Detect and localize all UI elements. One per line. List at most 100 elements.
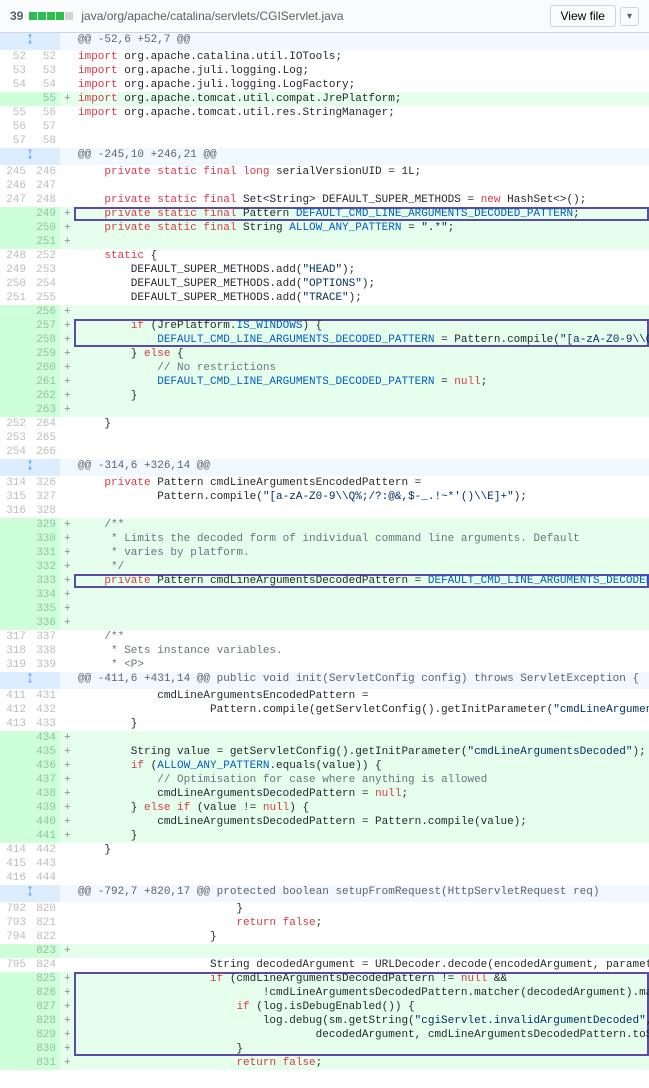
code-content: [74, 616, 649, 630]
diff-line: 5758: [0, 134, 649, 148]
old-line-number: [0, 207, 30, 221]
diff-line: 831+ return false;: [0, 1056, 649, 1070]
code-content: private static final Set<String> DEFAULT…: [74, 193, 649, 207]
diff-marker: +: [60, 403, 74, 417]
new-line-number: 437: [30, 773, 60, 787]
code-content: import org.apache.juli.logging.Log;: [74, 64, 649, 78]
code-content: * Sets instance variables.: [74, 644, 649, 658]
code-content: } else {: [74, 347, 649, 361]
code-content: return false;: [74, 1056, 649, 1070]
hunk-header: @@ -245,10 +246,21 @@: [0, 148, 649, 165]
diff-marker: +: [60, 1028, 74, 1042]
expand-icon[interactable]: [0, 459, 60, 476]
old-line-number: 416: [0, 871, 30, 885]
diff-line: 259+ } else {: [0, 347, 649, 361]
view-file-button[interactable]: View file: [550, 5, 616, 27]
diff-marker: +: [60, 986, 74, 1000]
diff-line: 253265: [0, 431, 649, 445]
diff-line: 250254 DEFAULT_SUPER_METHODS.add("OPTION…: [0, 277, 649, 291]
new-line-number: 58: [30, 134, 60, 148]
new-line-number: 251: [30, 235, 60, 249]
old-line-number: [0, 389, 30, 403]
file-path[interactable]: java/org/apache/catalina/servlets/CGISer…: [81, 9, 549, 23]
old-line-number: [0, 616, 30, 630]
code-content: [74, 403, 649, 417]
diff-line: 318338 * Sets instance variables.: [0, 644, 649, 658]
expand-icon[interactable]: [0, 885, 60, 902]
new-line-number: 52: [30, 50, 60, 64]
new-line-number: 825: [30, 972, 60, 986]
new-line-number: 821: [30, 916, 60, 930]
new-line-number: 442: [30, 843, 60, 857]
expand-icon[interactable]: [0, 33, 60, 50]
code-content: */: [74, 560, 649, 574]
diff-marker: [60, 134, 74, 148]
diff-line: 257+ if (JrePlatform.IS_WINDOWS) {: [0, 319, 649, 333]
old-line-number: [0, 801, 30, 815]
diff-marker: +: [60, 574, 74, 588]
new-line-number: 331: [30, 546, 60, 560]
expand-icon[interactable]: [0, 672, 60, 689]
new-line-number: 327: [30, 490, 60, 504]
expand-icon[interactable]: [0, 148, 60, 165]
new-line-number: 260: [30, 361, 60, 375]
old-line-number: [0, 347, 30, 361]
old-line-number: [0, 944, 30, 958]
new-line-number: 830: [30, 1042, 60, 1056]
old-line-number: [0, 602, 30, 616]
code-content: }: [74, 829, 649, 843]
new-line-number: 264: [30, 417, 60, 431]
new-line-number: 253: [30, 263, 60, 277]
diff-marker: [60, 916, 74, 930]
diff-marker: [60, 843, 74, 857]
code-content: * <P>: [74, 658, 649, 672]
file-menu-dropdown[interactable]: ▾: [620, 7, 639, 26]
diff-line: 261+ DEFAULT_CMD_LINE_ARGUMENTS_DECODED_…: [0, 375, 649, 389]
diff-line: 825+ if (cmdLineArgumentsDecodedPattern …: [0, 972, 649, 986]
diff-line: 412432 Pattern.compile(getServletConfig(…: [0, 703, 649, 717]
diff-line: 792820 }: [0, 902, 649, 916]
old-line-number: [0, 787, 30, 801]
diff-line: 435+ String value = getServletConfig().g…: [0, 745, 649, 759]
code-content: if (log.isDebugEnabled()) {: [74, 1000, 649, 1014]
diff-line: 434+: [0, 731, 649, 745]
old-line-number: 316: [0, 504, 30, 518]
diff-line: 438+ cmdLineArgumentsDecodedPattern = nu…: [0, 787, 649, 801]
old-line-number: [0, 375, 30, 389]
code-content: cmdLineArgumentsDecodedPattern = Pattern…: [74, 815, 649, 829]
old-line-number: 250: [0, 277, 30, 291]
diff-line: 256+: [0, 305, 649, 319]
new-line-number: 256: [30, 305, 60, 319]
diff-marker: +: [60, 588, 74, 602]
code-content: if (cmdLineArgumentsDecodedPattern != nu…: [74, 972, 649, 986]
diff-marker: [60, 930, 74, 944]
diff-marker: +: [60, 972, 74, 986]
diff-marker: [60, 445, 74, 459]
old-line-number: [0, 829, 30, 843]
diff-line: 414442 }: [0, 843, 649, 857]
diff-marker: +: [60, 319, 74, 333]
new-line-number: 334: [30, 588, 60, 602]
diff-line: 319339 * <P>: [0, 658, 649, 672]
diff-marker: +: [60, 759, 74, 773]
diff-marker: [60, 689, 74, 703]
hunk-header: @@ -792,7 +820,17 @@ protected boolean s…: [0, 885, 649, 902]
new-line-number: 443: [30, 857, 60, 871]
new-line-number: 263: [30, 403, 60, 417]
code-content: /**: [74, 630, 649, 644]
diff-marker: [60, 958, 74, 972]
diff-marker: +: [60, 560, 74, 574]
new-line-number: 53: [30, 64, 60, 78]
diff-line: 251255 DEFAULT_SUPER_METHODS.add("TRACE"…: [0, 291, 649, 305]
diff-marker: [60, 106, 74, 120]
old-line-number: [0, 773, 30, 787]
new-line-number: 440: [30, 815, 60, 829]
old-line-number: [0, 574, 30, 588]
diff-marker: [60, 630, 74, 644]
diff-line: 437+ // Optimisation for case where anyt…: [0, 773, 649, 787]
old-line-number: [0, 560, 30, 574]
diff-marker: [60, 291, 74, 305]
diff-marker: [60, 902, 74, 916]
diff-line: 330+ * Limits the decoded form of indivi…: [0, 532, 649, 546]
diff-marker: [60, 857, 74, 871]
